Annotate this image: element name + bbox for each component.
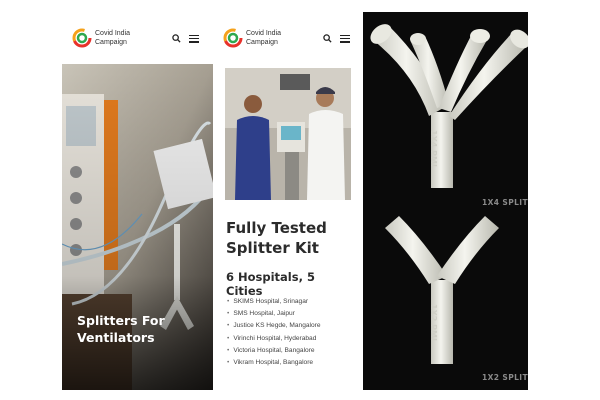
hero-title-line1: Splitters For bbox=[77, 313, 165, 328]
list-item: Vikram Hospital, Bangalore bbox=[226, 357, 354, 369]
page-subtitle: 6 Hospitals, 5 Cities bbox=[226, 270, 315, 298]
hero-title: Splitters For Ventilators bbox=[77, 312, 207, 346]
logo-line1: Covid India bbox=[246, 30, 282, 37]
splitter-bottom-embossed-text: 1X2 PMI bbox=[428, 304, 438, 341]
list-item: Justice KS Hegde, Mangalore bbox=[226, 320, 354, 332]
splitter-top-embossed-text: 1X4 PMI bbox=[428, 130, 438, 167]
hamburger-menu-icon[interactable] bbox=[189, 34, 199, 43]
site-logo[interactable]: Covid India Campaign bbox=[72, 28, 130, 48]
splitter-product-photo: 1X4 PMI 1X2 PMI 1X4 SPLIT 1X2 SPLIT bbox=[363, 12, 528, 390]
logo-text: Covid India Campaign bbox=[246, 29, 281, 47]
label-1x4-split: 1X4 SPLIT bbox=[481, 198, 528, 207]
four-way-splitter bbox=[370, 24, 528, 188]
list-item: Virinchi Hospital, Hyderabad bbox=[226, 333, 354, 345]
list-item: Victoria Hospital, Bangalore bbox=[226, 345, 354, 357]
hero-image-ventilator: Splitters For Ventilators bbox=[62, 64, 213, 390]
doctors-photo bbox=[225, 68, 351, 200]
two-way-splitter bbox=[385, 216, 499, 364]
search-icon[interactable] bbox=[323, 34, 332, 43]
site-logo[interactable]: Covid India Campaign bbox=[223, 28, 281, 48]
site-header: Covid India Campaign bbox=[62, 14, 213, 62]
mobile-screen-splitters: Covid India Campaign Splitters For Venti… bbox=[62, 14, 213, 390]
mobile-screen-splitter-kit: Covid India Campaign Fully Tested Splitt… bbox=[222, 14, 356, 390]
doctors-with-ventilator-photo bbox=[225, 68, 351, 200]
logo-line2: Campaign bbox=[246, 39, 278, 46]
list-item: SKIMS Hospital, Srinagar bbox=[226, 296, 354, 308]
page-title: Fully Tested Splitter Kit bbox=[226, 218, 354, 258]
hospital-list: SKIMS Hospital, Srinagar SMS Hospital, J… bbox=[226, 296, 354, 369]
logo-line1: Covid India bbox=[95, 30, 131, 37]
search-icon[interactable] bbox=[172, 34, 181, 43]
site-header: Covid India Campaign bbox=[222, 14, 356, 62]
page-title-line2: Splitter Kit bbox=[226, 239, 319, 257]
logo-text: Covid India Campaign bbox=[95, 29, 130, 47]
covid-india-logo-icon bbox=[223, 28, 243, 48]
page-title-line1: Fully Tested bbox=[226, 219, 327, 237]
hamburger-menu-icon[interactable] bbox=[340, 34, 350, 43]
label-1x2-split: 1X2 SPLIT bbox=[481, 373, 528, 382]
logo-line2: Campaign bbox=[95, 39, 127, 46]
list-item: SMS Hospital, Jaipur bbox=[226, 308, 354, 320]
hero-title-line2: Ventilators bbox=[77, 330, 155, 345]
covid-india-logo-icon bbox=[72, 28, 92, 48]
